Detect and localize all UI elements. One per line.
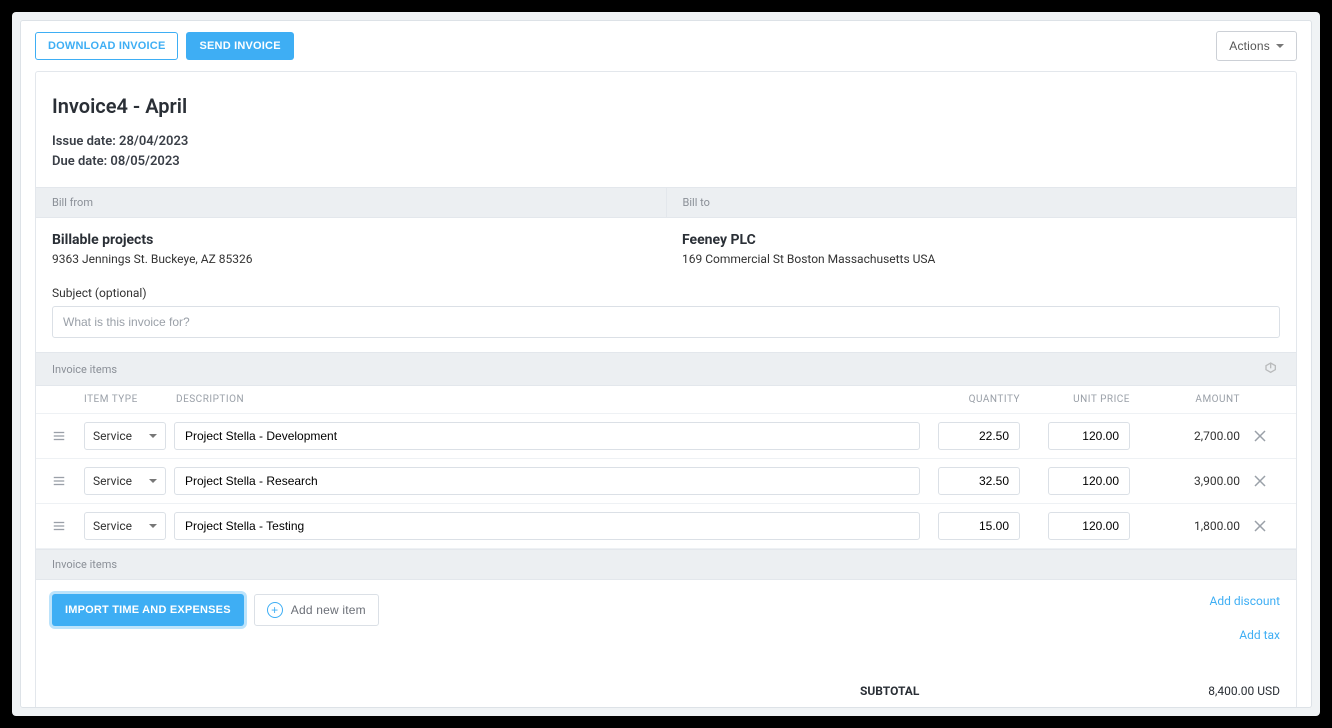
item-description-input[interactable] [174,422,920,450]
item-quantity-input[interactable] [938,512,1020,540]
drag-handle-icon[interactable] [52,429,84,443]
plus-circle-icon: + [267,602,283,618]
bill-from-header: Bill from [36,188,666,217]
subject-label: Subject (optional) [52,286,1280,300]
send-invoice-button[interactable]: SEND INVOICE [186,32,293,60]
item-type-select[interactable]: Service [84,512,166,540]
bill-to-address: 169 Commercial St Boston Massachusetts U… [682,252,1280,266]
bill-from-name: Billable projects [52,232,650,248]
issue-date-line: Issue date: 28/04/2023 [52,132,1280,152]
download-invoice-button[interactable]: DOWNLOAD INVOICE [35,32,178,60]
bill-to-header: Bill to [666,188,1297,217]
col-header-desc: DESCRIPTION [174,394,920,405]
delete-item-button[interactable] [1240,517,1280,536]
subtotal-value: 8,400.00 USD [1160,684,1280,698]
item-type-select[interactable]: Service [84,422,166,450]
col-header-type: ITEM TYPE [84,394,174,405]
subtotal-label: SUBTOTAL [860,684,1160,698]
item-quantity-input[interactable] [938,422,1020,450]
item-description-input[interactable] [174,467,920,495]
caret-down-icon [149,479,157,483]
invoice-items-footer: Invoice items [36,549,1296,580]
item-type-select[interactable]: Service [84,467,166,495]
item-unit-price-input[interactable] [1048,467,1130,495]
item-quantity-input[interactable] [938,467,1020,495]
delete-item-button[interactable] [1240,427,1280,446]
item-amount: 3,900.00 [1130,474,1240,488]
item-unit-price-input[interactable] [1048,512,1130,540]
bill-to-name: Feeney PLC [682,232,1280,248]
bill-from-cell: Billable projects 9363 Jennings St. Buck… [36,218,666,280]
caret-down-icon [1276,44,1284,48]
add-discount-link[interactable]: Add discount [1209,594,1280,608]
bill-to-cell: Feeney PLC 169 Commercial St Boston Mass… [666,218,1296,280]
invoice-page: DOWNLOAD INVOICE SEND INVOICE Actions In… [20,20,1312,708]
col-header-price: UNIT PRICE [1020,394,1130,405]
col-header-qty: QUANTITY [920,394,1020,405]
item-description-input[interactable] [174,512,920,540]
add-tax-link[interactable]: Add tax [1209,628,1280,642]
actions-dropdown[interactable]: Actions [1216,31,1297,61]
due-date-line: Due date: 08/05/2023 [52,152,1280,172]
tags-icon[interactable] [1264,361,1280,377]
drag-handle-icon[interactable] [52,519,84,533]
delete-item-button[interactable] [1240,472,1280,491]
invoice-card: Invoice4 - April Issue date: 28/04/2023 … [35,71,1297,708]
subject-input[interactable] [52,306,1280,338]
invoice-item-row: Service 3,900.00 [36,459,1296,504]
caret-down-icon [149,434,157,438]
item-unit-price-input[interactable] [1048,422,1130,450]
bill-from-address: 9363 Jennings St. Buckeye, AZ 85326 [52,252,650,266]
import-time-expenses-button[interactable]: IMPORT TIME AND EXPENSES [52,594,244,626]
invoice-title: Invoice4 - April [52,94,1280,118]
invoice-item-row: Service 2,700.00 [36,414,1296,459]
add-new-item-button[interactable]: + Add new item [254,594,379,626]
col-header-amount: AMOUNT [1130,394,1240,405]
topbar: DOWNLOAD INVOICE SEND INVOICE Actions [21,21,1311,71]
caret-down-icon [149,524,157,528]
invoice-items-header: Invoice items [52,363,117,376]
drag-handle-icon[interactable] [52,474,84,488]
invoice-item-row: Service 1,800.00 [36,504,1296,549]
item-amount: 2,700.00 [1130,429,1240,443]
actions-label: Actions [1229,39,1270,53]
item-amount: 1,800.00 [1130,519,1240,533]
